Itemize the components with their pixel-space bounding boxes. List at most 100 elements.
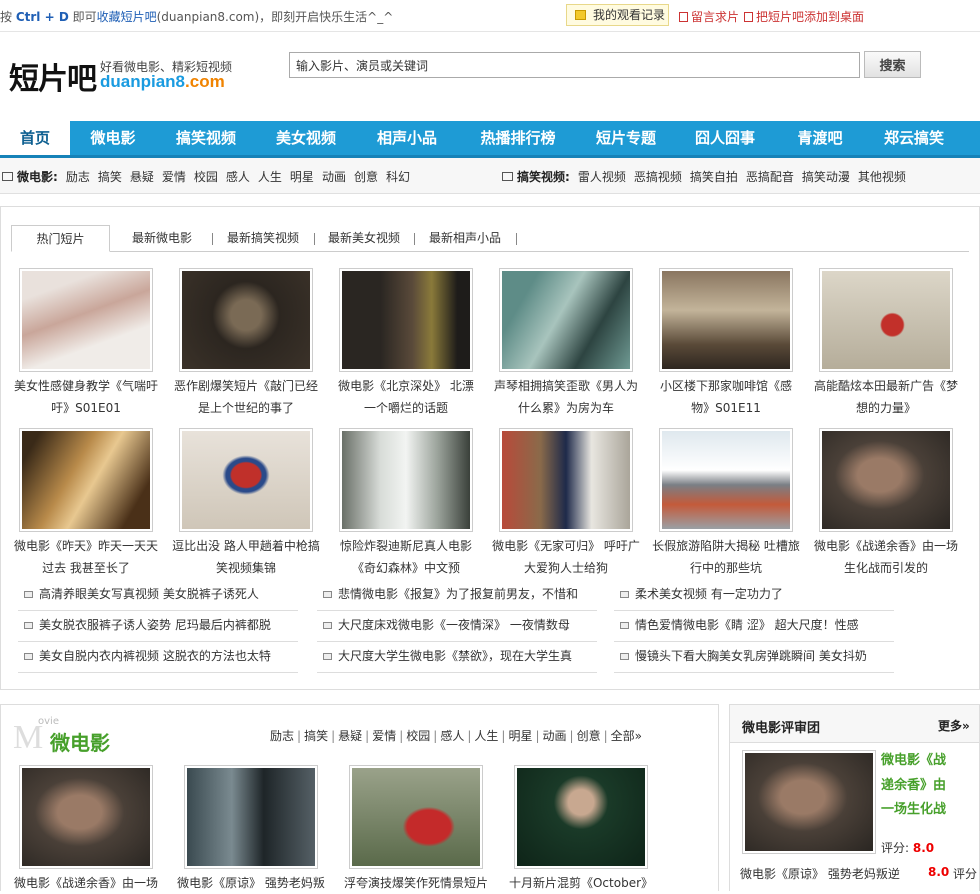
list-item[interactable]: 情色爱情微电影《睛 涩》 超大尺度！性感	[614, 611, 894, 642]
video-title: 高能酷炫本田最新广告《梦 想的力量》	[806, 375, 966, 419]
jury-thumbnail[interactable]	[742, 750, 876, 854]
section-cat-link[interactable]: 爱情	[372, 729, 396, 743]
video-thumbnail	[819, 428, 953, 532]
video-card[interactable]: 微电影《北京深处》 北漂 一个嚼烂的话题	[326, 268, 486, 419]
cat-rensheng[interactable]: 人生	[258, 170, 282, 184]
video-title-line1: 逗比出没 路人甲趟着中枪搞	[172, 539, 320, 553]
add-to-desktop-link[interactable]: 把短片吧添加到桌面	[744, 8, 864, 25]
cat-qita[interactable]: 其他视频	[858, 170, 906, 184]
cat-dongman[interactable]: 搞笑动漫	[802, 170, 850, 184]
tab-latest-funny[interactable]: 最新搞笑视频	[227, 225, 299, 252]
cat-donghua[interactable]: 动画	[322, 170, 346, 184]
tab-latest-crosstalk[interactable]: 最新相声小品	[429, 225, 501, 252]
list-item-title: 美女自脱内衣内裤视频 这脱衣的方法也太特	[39, 649, 271, 663]
cat-peiyin[interactable]: 恶搞配音	[746, 170, 794, 184]
search-input[interactable]	[289, 52, 860, 78]
video-card[interactable]: 浮夸演技爆笑作死情景短片	[336, 765, 496, 894]
cat-ganren[interactable]: 感人	[226, 170, 250, 184]
list-item-title: 大尺度大学生微电影《禁欲》，现在大学生真	[338, 649, 573, 663]
list-item[interactable]: 大尺度大学生微电影《禁欲》，现在大学生真	[317, 642, 597, 673]
nav-micro-movie[interactable]: 微电影	[80, 121, 146, 155]
cat-aiqing[interactable]: 爱情	[162, 170, 186, 184]
score-value: 8.0	[912, 841, 935, 855]
nav-qingdu[interactable]: 青渡吧	[787, 121, 853, 155]
jury-film-title[interactable]: 微电影《战递余香》由一场生化战	[881, 749, 949, 823]
section-cat-link[interactable]: 明星	[508, 729, 532, 743]
watch-history-button[interactable]: 我的观看记录	[566, 4, 669, 26]
micro-movie-label: 微电影:	[17, 170, 58, 184]
video-card[interactable]: 恶作剧爆笑短片《敲门已经 是上个世纪的事了	[166, 268, 326, 419]
video-card[interactable]: 长假旅游陷阱大揭秘 吐槽旅 行中的那些坑	[646, 428, 806, 579]
tab-latest-beauty[interactable]: 最新美女视频	[328, 225, 400, 252]
nav-beauty-video[interactable]: 美女视频	[268, 121, 344, 155]
cat-kehuan[interactable]: 科幻	[386, 170, 410, 184]
section-cat-all-link[interactable]: 全部»	[611, 729, 642, 743]
list-item[interactable]: 高清养眼美女写真视频 美女脱裤子诱死人	[18, 580, 298, 611]
section-cat-link[interactable]: 创意	[577, 729, 601, 743]
hint-prefix: 按	[0, 10, 16, 24]
video-card[interactable]: 微电影《原谅》 强势老妈叛	[171, 765, 331, 894]
video-card[interactable]: 声琴相拥搞笑歪歌《男人为 什么累》为房为车	[486, 268, 646, 419]
cat-egao[interactable]: 恶搞视频	[634, 170, 682, 184]
section-cat-link[interactable]: 悬疑	[338, 729, 362, 743]
jury-list-item[interactable]: 微电影《原谅》 强势老妈叛逆 8.0 评分	[740, 865, 979, 882]
video-title: 长假旅游陷阱大揭秘 吐槽旅 行中的那些坑	[646, 535, 806, 579]
video-card[interactable]: 微电影《无家可归》 呼吁广 大爱狗人士给狗	[486, 428, 646, 579]
request-link[interactable]: 留言求片	[679, 8, 739, 25]
nav-zhengyun[interactable]: 郑云搞笑	[875, 121, 953, 155]
section-cat-link[interactable]: 搞笑	[304, 729, 328, 743]
video-card[interactable]: 逗比出没 路人甲趟着中枪搞 笑视频集锦	[166, 428, 326, 579]
video-thumbnail	[659, 428, 793, 532]
list-item-title: 悲情微电影《报复》为了报复前男友，不惜和	[338, 587, 579, 601]
list-item[interactable]: 柔术美女视频 有一定功力了	[614, 580, 894, 611]
tab-hot[interactable]: 热门短片	[11, 225, 110, 252]
video-title-line2: 大爱狗人士给狗	[523, 561, 608, 575]
video-card[interactable]: 高能酷炫本田最新广告《梦 想的力量》	[806, 268, 966, 419]
nav-ranking[interactable]: 热播排行榜	[474, 121, 562, 155]
nav-funny-video[interactable]: 搞笑视频	[168, 121, 244, 155]
tab-latest-movie[interactable]: 最新微电影	[132, 225, 192, 252]
video-icon	[620, 653, 629, 660]
logo-domain-tld: .com	[185, 72, 225, 91]
cat-gaoxiao[interactable]: 搞笑	[98, 170, 122, 184]
jury-panel: 微电影评审团 更多» 微电影《战递余香》由一场生化战 评分: 8.0 微电影《原…	[729, 704, 980, 891]
video-card[interactable]: 小区楼下那家咖啡馆《感 物》S01E11	[646, 268, 806, 419]
video-title: 微电影《无家可归》 呼吁广 大爱狗人士给狗	[486, 535, 646, 579]
cat-lizhi[interactable]: 励志	[66, 170, 90, 184]
video-icon	[24, 622, 33, 629]
nav-embarrassing[interactable]: 囧人囧事	[687, 121, 763, 155]
score-label: 评分:	[881, 841, 910, 855]
site-logo[interactable]: 短片吧 好看微电影、精彩短视频 duanpian8.com	[9, 54, 232, 98]
video-card[interactable]: 惊险炸裂迪斯尼真人电影 《奇幻森林》中文预	[326, 428, 486, 579]
video-card[interactable]: 微电影《战递余香》由一场 生化战而引发的	[806, 428, 966, 579]
video-title: 微电影《战递余香》由一场 生化战而引发的	[806, 535, 966, 579]
video-card[interactable]: 微电影《昨天》昨天一天天 过去 我甚至长了	[6, 428, 166, 579]
section-cat-link[interactable]: 感人	[440, 729, 464, 743]
video-card[interactable]: 微电影《战递余香》由一场	[6, 765, 166, 894]
nav-crosstalk[interactable]: 相声小品	[369, 121, 445, 155]
cat-leiren[interactable]: 雷人视频	[578, 170, 626, 184]
list-item[interactable]: 大尺度床戏微电影《一夜情深》 一夜情数母	[317, 611, 597, 642]
section-cat-link[interactable]: 校园	[406, 729, 430, 743]
list-item[interactable]: 美女脱衣服裤子诱人姿势 尼玛最后内裤都脱	[18, 611, 298, 642]
list-item[interactable]: 悲情微电影《报复》为了报复前男友，不惜和	[317, 580, 597, 611]
logo-domain-name: duanpian8	[100, 72, 186, 91]
video-thumbnail	[184, 765, 318, 869]
section-cat-link[interactable]: 动画	[543, 729, 567, 743]
bookmark-link[interactable]: 收藏短片吧	[97, 10, 157, 24]
list-item[interactable]: 慢镜头下看大胸美女乳房弹跳瞬间 美女抖奶	[614, 642, 894, 673]
video-card[interactable]: 十月新片混剪《October》	[501, 765, 661, 894]
cat-xuanyi[interactable]: 悬疑	[130, 170, 154, 184]
cat-zipai[interactable]: 搞笑自拍	[690, 170, 738, 184]
more-link[interactable]: 更多»	[938, 717, 970, 734]
cat-xiaoyuan[interactable]: 校园	[194, 170, 218, 184]
nav-topics[interactable]: 短片专题	[588, 121, 664, 155]
video-card[interactable]: 美女性感健身教学《气喘吁 吁》S01E01	[6, 268, 166, 419]
search-button[interactable]: 搜索	[864, 51, 921, 78]
list-item[interactable]: 美女自脱内衣内裤视频 这脱衣的方法也太特	[18, 642, 298, 673]
nav-home[interactable]: 首页	[0, 121, 70, 155]
section-cat-link[interactable]: 励志	[270, 729, 294, 743]
cat-mingxing[interactable]: 明星	[290, 170, 314, 184]
cat-chuangyi[interactable]: 创意	[354, 170, 378, 184]
section-cat-link[interactable]: 人生	[474, 729, 498, 743]
